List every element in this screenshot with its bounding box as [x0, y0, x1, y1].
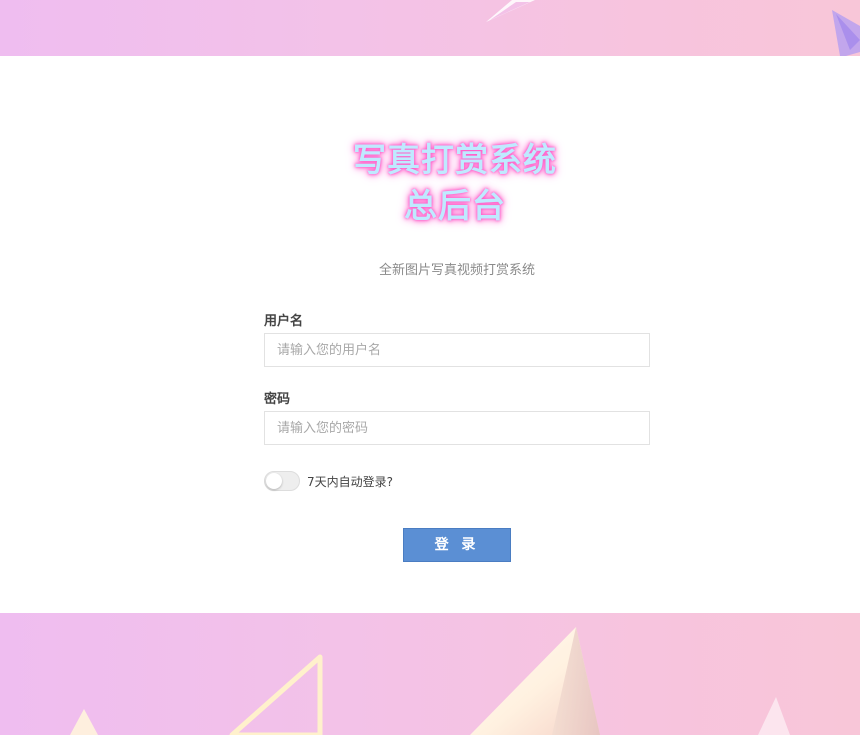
- title-line-1: 写真打赏系统: [353, 140, 557, 179]
- password-input[interactable]: [264, 411, 650, 445]
- login-button[interactable]: 登 录: [403, 528, 511, 562]
- remember-toggle[interactable]: [264, 471, 300, 491]
- background-top-band: [0, 0, 860, 56]
- title-line-2: 总后台: [404, 186, 506, 225]
- username-input[interactable]: [264, 333, 650, 367]
- decorative-shapes-top: [486, 0, 860, 56]
- login-page: 写真打赏系统 总后台 全新图片写真视频打赏系统 用户名 密码 7天内自动登录? …: [0, 0, 860, 735]
- remember-me: 7天内自动登录?: [264, 470, 393, 492]
- username-label: 用户名: [264, 314, 304, 329]
- app-title: 写真打赏系统 总后台: [0, 137, 860, 229]
- decorative-shapes-bottom: [70, 627, 790, 735]
- remember-label: 7天内自动登录?: [307, 474, 394, 489]
- subtitle: 全新图片写真视频打赏系统: [378, 263, 535, 278]
- password-label: 密码: [264, 392, 291, 407]
- toggle-knob: [266, 473, 282, 489]
- background-bottom-band: [0, 613, 860, 735]
